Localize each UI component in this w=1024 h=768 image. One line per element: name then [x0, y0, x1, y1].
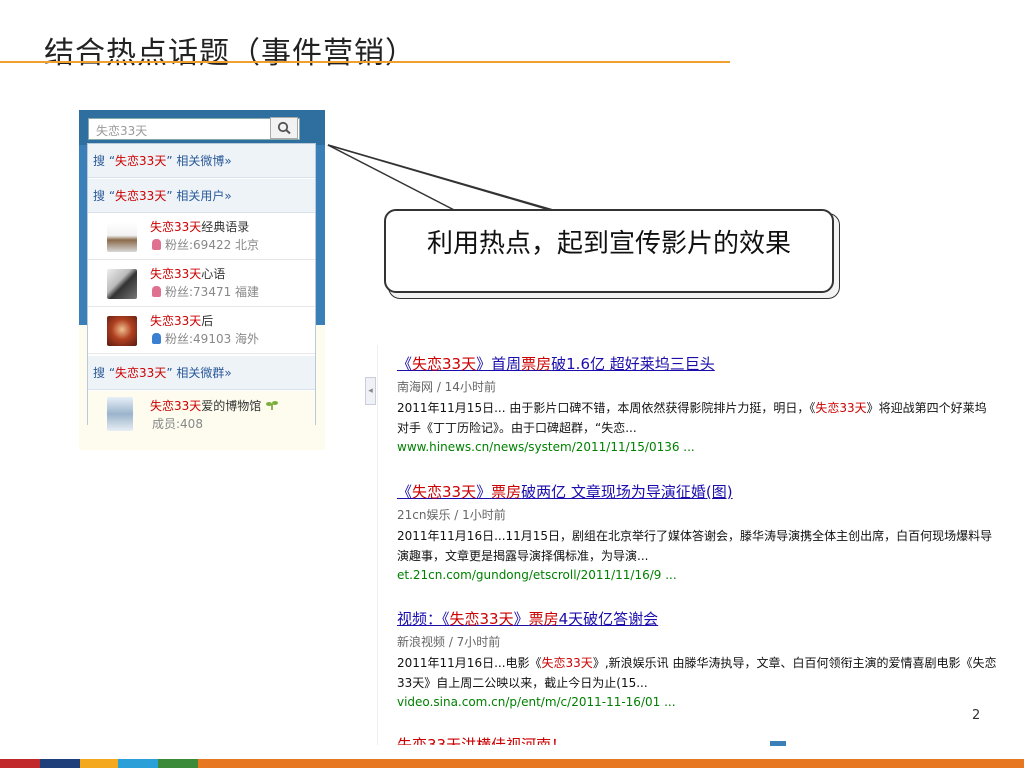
- title-part: 破两亿 文章现场为导演征婚(图): [521, 483, 733, 501]
- title-part: 视频：《: [397, 610, 450, 628]
- snippet-keyword: 失恋33天: [541, 656, 593, 670]
- scroll-marker: [770, 741, 786, 746]
- title-keyword: 失恋33天: [412, 355, 477, 373]
- footer-strip-orange: [198, 759, 1024, 768]
- result-url[interactable]: www.hinews.cn/news/system/2011/11/15/013…: [397, 440, 997, 454]
- snippet-part: 2011年11月16日...电影《: [397, 656, 542, 670]
- title-part: 》: [476, 483, 492, 501]
- result-source: 21cn娱乐 / 1小时前: [397, 508, 506, 522]
- footer-strip-red: [0, 759, 40, 768]
- title-keyword: 失恋33天: [412, 483, 477, 501]
- result-title-link[interactable]: 失恋33天洪横佳视河南！: [397, 734, 997, 745]
- title-keyword: 票房: [521, 355, 552, 373]
- result-item: 《失恋33天》首周票房破1.6亿 超好莱坞三巨头 南海网 / 14小时前 201…: [397, 353, 997, 454]
- title-keyword: 票房: [528, 610, 559, 628]
- result-source: 南海网 / 14小时前: [397, 380, 496, 394]
- search-results: 《失恋33天》首周票房破1.6亿 超好莱坞三巨头 南海网 / 14小时前 201…: [377, 345, 997, 745]
- result-url[interactable]: et.21cn.com/gundong/etscroll/2011/11/16/…: [397, 568, 997, 582]
- snippet-keyword: 失恋33天: [815, 401, 867, 415]
- title-keyword: 票房: [491, 483, 522, 501]
- footer-strip-navy: [40, 759, 80, 768]
- result-item: 《失恋33天》票房破两亿 文章现场为导演征婚(图) 21cn娱乐 / 1小时前 …: [397, 481, 997, 582]
- result-item: 失恋33天洪横佳视河南！: [397, 734, 997, 745]
- callout-box: 利用热点，起到宣传影片的效果: [384, 209, 834, 293]
- title-part: 《: [397, 483, 413, 501]
- result-url[interactable]: video.sina.com.cn/p/ent/m/c/2011-11-16/0…: [397, 695, 997, 709]
- footer-strip-yellow: [80, 759, 118, 768]
- snippet-part: 2011年11月15日... 由于影片口碑不错，本周依然获得影院排片力挺，明日，…: [397, 401, 816, 415]
- result-item: 视频：《失恋33天》票房4天破亿答谢会 新浪视频 / 7小时前 2011年11月…: [397, 608, 997, 709]
- footer-strip-blue: [118, 759, 158, 768]
- footer-strip-green: [158, 759, 198, 768]
- page-number: 2: [972, 708, 981, 723]
- title-part: 《: [397, 355, 413, 373]
- collapse-arrow-icon[interactable]: ◂: [365, 377, 376, 405]
- result-title-link[interactable]: 视频：《失恋33天》票房4天破亿答谢会: [397, 608, 997, 629]
- result-title-link[interactable]: 《失恋33天》首周票房破1.6亿 超好莱坞三巨头: [397, 353, 997, 374]
- callout-text: 利用热点，起到宣传影片的效果: [426, 229, 791, 259]
- result-title-link[interactable]: 《失恋33天》票房破两亿 文章现场为导演征婚(图): [397, 481, 997, 502]
- result-source: 新浪视频 / 7小时前: [397, 635, 501, 649]
- title-part: 破1.6亿 超好莱坞三巨头: [551, 355, 715, 373]
- title-part: 》: [513, 610, 529, 628]
- result-snippet: 2011年11月15日... 由于影片口碑不错，本周依然获得影院排片力挺，明日，…: [397, 398, 997, 438]
- snippet-part: 2011年11月16日...11月15日，剧组在北京举行了媒体答谢会，滕华涛导演…: [397, 529, 993, 563]
- result-snippet: 2011年11月16日...11月15日，剧组在北京举行了媒体答谢会，滕华涛导演…: [397, 526, 997, 566]
- result-snippet: 2011年11月16日...电影《失恋33天》,新浪娱乐讯 由滕华涛执导，文章、…: [397, 653, 997, 693]
- title-keyword: 失恋33天: [449, 610, 514, 628]
- title-part: 4天破亿答谢会: [558, 610, 659, 628]
- title-part: 》首周: [476, 355, 522, 373]
